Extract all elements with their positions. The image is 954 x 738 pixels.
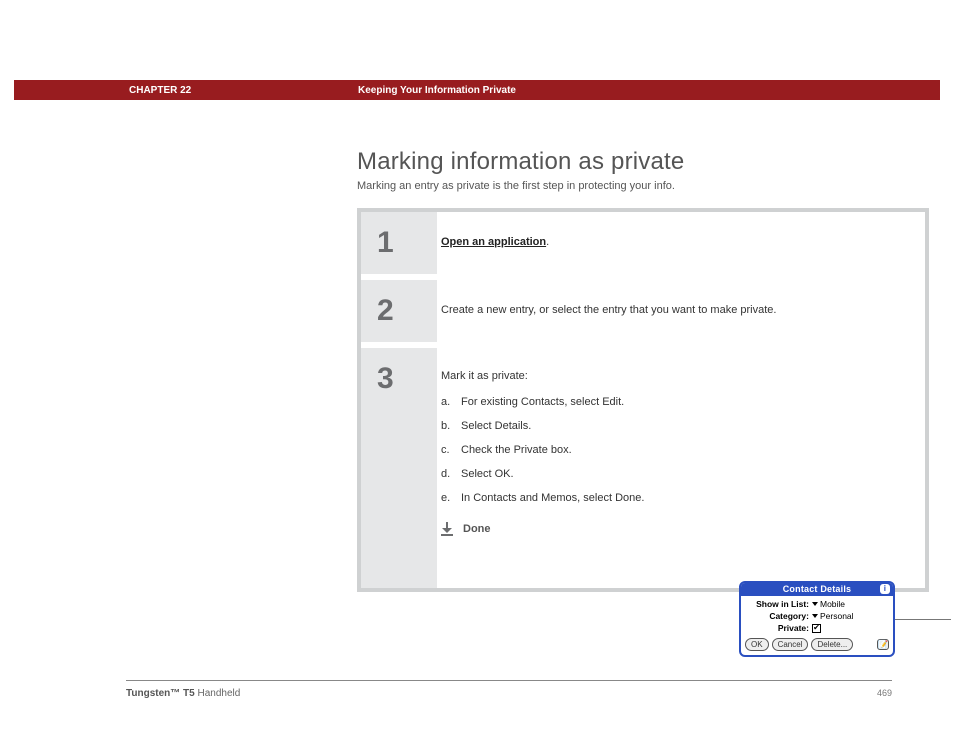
page-number: 469	[877, 688, 892, 698]
done-arrow-icon	[441, 522, 455, 536]
footer-product: Tungsten™ T5 Handheld	[126, 688, 240, 699]
chapter-label: CHAPTER 22	[129, 85, 191, 96]
step-body: Open an application.	[437, 212, 925, 274]
sub-letter: b.	[441, 420, 461, 432]
step-intro: Mark it as private:	[441, 370, 907, 382]
category-dropdown[interactable]: Personal	[812, 611, 854, 621]
cancel-button[interactable]: Cancel	[772, 638, 809, 651]
step-body: Mark it as private: a.For existing Conta…	[437, 348, 925, 588]
dialog-body: Show in List: Mobile Category: Personal …	[741, 596, 893, 637]
sub-text: For existing Contacts, select Edit.	[461, 396, 624, 408]
callout-line	[895, 619, 951, 620]
dropdown-value: Mobile	[820, 599, 845, 609]
private-checkbox[interactable]: ✔	[812, 624, 821, 633]
chapter-title: Keeping Your Information Private	[358, 85, 516, 96]
step-text: Create a new entry, or select the entry …	[441, 304, 776, 316]
show-in-list-dropdown[interactable]: Mobile	[812, 599, 845, 609]
delete-button[interactable]: Delete...	[811, 638, 853, 651]
sub-letter: a.	[441, 396, 461, 408]
sub-step-e: e.In Contacts and Memos, select Done.	[441, 492, 907, 504]
dialog-titlebar: Contact Details i	[741, 583, 893, 596]
step-3: 3 Mark it as private: a.For existing Con…	[361, 348, 925, 588]
page-subtitle: Marking an entry as private is the first…	[357, 180, 675, 192]
sub-letter: c.	[441, 444, 461, 456]
open-application-link[interactable]: Open an application	[441, 236, 546, 248]
steps-container: 1 Open an application. 2 Create a new en…	[357, 208, 929, 592]
done-label: Done	[463, 523, 491, 535]
sub-text: Check the Private box.	[461, 444, 572, 456]
dialog-title: Contact Details	[783, 584, 852, 594]
step-number: 1	[361, 212, 437, 274]
private-row: Private: ✔	[745, 623, 889, 633]
footer-rule	[126, 680, 892, 681]
step-1: 1 Open an application.	[361, 212, 925, 274]
palm-screenshot: Contact Details i Show in List: Mobile C…	[739, 581, 954, 657]
sub-step-b: b.Select Details.	[441, 420, 907, 432]
footer-product-bold: Tungsten™ T5	[126, 688, 195, 699]
sub-text: Select Details.	[461, 420, 531, 432]
chapter-header: CHAPTER 22 Keeping Your Information Priv…	[14, 80, 940, 100]
step-text-tail: .	[546, 236, 549, 248]
dropdown-arrow-icon	[812, 602, 818, 606]
field-label: Category:	[745, 611, 809, 621]
show-in-list-row: Show in List: Mobile	[745, 599, 889, 609]
sub-text: In Contacts and Memos, select Done.	[461, 492, 644, 504]
sub-letter: e.	[441, 492, 461, 504]
info-icon[interactable]: i	[880, 584, 890, 594]
sub-step-c: c.Check the Private box.	[441, 444, 907, 456]
sub-letter: d.	[441, 468, 461, 480]
page-title: Marking information as private	[357, 148, 684, 176]
done-indicator: Done	[441, 522, 907, 536]
sub-steps: a.For existing Contacts, select Edit. b.…	[441, 396, 907, 504]
sub-step-a: a.For existing Contacts, select Edit.	[441, 396, 907, 408]
dropdown-arrow-icon	[812, 614, 818, 618]
category-row: Category: Personal	[745, 611, 889, 621]
dropdown-value: Personal	[820, 611, 854, 621]
footer-product-rest: Handheld	[195, 688, 241, 699]
field-label: Show in List:	[745, 599, 809, 609]
step-number: 2	[361, 280, 437, 342]
ok-button[interactable]: OK	[745, 638, 769, 651]
sub-step-d: d.Select OK.	[441, 468, 907, 480]
dialog-buttons: OK Cancel Delete... 📝	[741, 637, 893, 655]
note-icon[interactable]: 📝	[877, 639, 889, 650]
contact-details-dialog: Contact Details i Show in List: Mobile C…	[739, 581, 895, 657]
step-body: Create a new entry, or select the entry …	[437, 280, 925, 342]
step-2: 2 Create a new entry, or select the entr…	[361, 280, 925, 342]
sub-text: Select OK.	[461, 468, 514, 480]
field-label: Private:	[745, 623, 809, 633]
step-number: 3	[361, 348, 437, 588]
